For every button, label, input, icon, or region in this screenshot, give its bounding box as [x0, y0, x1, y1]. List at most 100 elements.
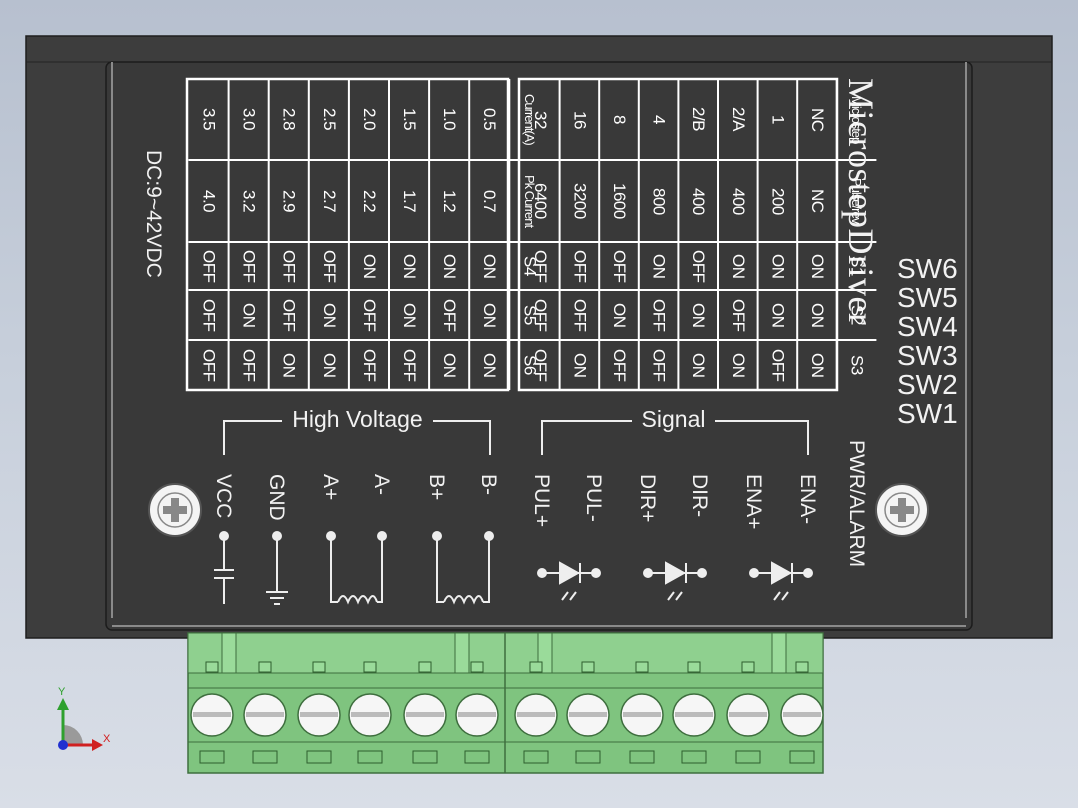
- microstep-table-cell: OFF: [609, 348, 629, 382]
- microstep-table-cell: ON: [768, 302, 788, 328]
- current-table-cell: ON: [480, 302, 500, 328]
- terminal-label-vcc: VCC: [212, 474, 235, 519]
- switch-label-sw5: SW5: [897, 282, 958, 313]
- current-table-cell: OFF: [239, 249, 259, 283]
- microstep-table-cell: NC: [807, 107, 827, 132]
- current-table-cell: 1.5: [400, 108, 420, 131]
- microstep-table-cell: OFF: [570, 298, 590, 332]
- microstep-table-cell: ON: [689, 302, 709, 328]
- current-table-cell: 1.2: [440, 189, 460, 213]
- current-table-cell: ON: [319, 302, 339, 328]
- current-table-cell: OFF: [199, 249, 219, 283]
- microstep-table-cell: ON: [689, 352, 709, 378]
- terminal-label-b-negpos: B+: [425, 474, 448, 501]
- microstep-table-header-cell: S1: [847, 256, 867, 276]
- switch-label-sw4: SW4: [897, 311, 958, 342]
- current-table-cell: 3.2: [239, 189, 259, 213]
- microstep-table-header-cell: Microstep: [849, 95, 865, 144]
- microstep-table-cell: 32: [530, 110, 550, 129]
- current-table-cell: OFF: [199, 298, 219, 332]
- microstep-table-cell: ON: [807, 302, 827, 328]
- switch-labels: SW6 SW5 SW4 SW3 SW2 SW1: [897, 254, 967, 428]
- axis-triad-icon: [57, 698, 103, 751]
- switch-label-sw1: SW1: [897, 398, 958, 429]
- current-table-cell: 2.8: [279, 108, 299, 131]
- current-table-cell: ON: [279, 352, 299, 378]
- microstep-table-header-cell: S3: [847, 355, 867, 375]
- microstep-table-cell: 16: [570, 110, 590, 129]
- current-table-cell: 1.7: [400, 189, 420, 213]
- current-table-cell: 2.9: [279, 189, 299, 213]
- terminal-block: [187, 632, 824, 774]
- current-table-cell: ON: [440, 352, 460, 378]
- current-table-cell: ON: [400, 253, 420, 279]
- current-table-cell: OFF: [279, 298, 299, 332]
- microstep-table-cell: 200: [768, 187, 788, 215]
- microstep-table-cell: 1600: [609, 183, 629, 219]
- current-table-cell: OFF: [440, 298, 460, 332]
- current-table-cell: ON: [359, 253, 379, 279]
- current-table-cell: OFF: [199, 348, 219, 382]
- microstep-table-cell: OFF: [728, 298, 748, 332]
- current-table-cell: OFF: [359, 298, 379, 332]
- terminal-label-ena-neg: ENA-: [796, 474, 819, 525]
- current-table-cell: 3.0: [239, 108, 259, 131]
- current-table-cell: 2.2: [359, 189, 379, 213]
- current-table-cell: 2.0: [359, 108, 379, 131]
- axis-y-label: Y: [58, 686, 66, 698]
- terminal-label-pul-negpos: PUL+: [530, 474, 553, 528]
- current-table-cell: 2.5: [319, 108, 339, 131]
- microstep-table-cell: 2/B: [689, 107, 709, 132]
- current-table-cell: ON: [480, 253, 500, 279]
- microstep-table-cell: OFF: [609, 249, 629, 283]
- microstep-table-cell: OFF: [649, 348, 669, 382]
- microstep-table-cell: OFF: [530, 249, 550, 283]
- microstep-table-cell: 2/A: [728, 107, 748, 132]
- current-table-cell: 4.0: [199, 189, 219, 213]
- terminal-label-b-neg: B-: [477, 474, 500, 495]
- current-table-cell: 2.7: [319, 189, 339, 213]
- terminal-label-gnd: GND: [265, 474, 288, 521]
- current-table-cell: ON: [440, 253, 460, 279]
- current-table-cell: ON: [239, 302, 259, 328]
- current-table-cell: OFF: [279, 249, 299, 283]
- microstep-table-cell: 6400: [530, 183, 550, 219]
- pwr-alarm-label: PWR/ALARM: [845, 440, 868, 568]
- terminal-label-a-neg: A-: [370, 474, 393, 495]
- microstep-table-cell: ON: [609, 302, 629, 328]
- microstep-table-cell: 4: [649, 115, 669, 124]
- microstep-table-cell: OFF: [768, 348, 788, 382]
- microstep-table-cell: ON: [807, 352, 827, 378]
- power-input-label: DC:9~42VDC: [142, 150, 165, 278]
- mounting-screw-right: [875, 483, 929, 537]
- microstep-table-cell: OFF: [689, 249, 709, 283]
- microstep-table-cell: 8: [609, 115, 629, 124]
- microstep-table-cell: ON: [570, 352, 590, 378]
- high-voltage-group-label: High Voltage: [292, 406, 423, 432]
- microstep-table-cell: OFF: [649, 298, 669, 332]
- current-table-cell: ON: [319, 352, 339, 378]
- microstep-table-cell: NC: [807, 189, 827, 213]
- signal-group-label: Signal: [641, 406, 706, 432]
- microstep-table-cell: ON: [768, 253, 788, 279]
- microstep-table-cell: OFF: [530, 348, 550, 382]
- microstep-table-cell: 400: [728, 187, 748, 215]
- current-table-cell: 1.0: [440, 108, 460, 131]
- current-table-cell: 0.7: [480, 189, 500, 213]
- current-table-cell: 0.5: [480, 108, 500, 131]
- terminal-label-pul-neg: PUL-: [582, 474, 605, 522]
- current-table-cell: OFF: [359, 348, 379, 382]
- current-table-cell: 3.5: [199, 108, 219, 131]
- microstep-table-cell: 3200: [570, 183, 590, 219]
- terminal-label-dir-neg: DIR-: [688, 474, 711, 518]
- microstep-table-header-cell: Pulse/rev: [849, 178, 865, 224]
- mounting-screw-left: [148, 483, 202, 537]
- microstep-table-cell: 800: [649, 187, 669, 215]
- microstep-table-cell: 1: [768, 115, 788, 124]
- switch-label-sw3: SW3: [897, 340, 958, 371]
- switch-label-sw6: SW6: [897, 253, 958, 284]
- microstep-table-cell: ON: [728, 352, 748, 378]
- microstep-table-cell: ON: [649, 253, 669, 279]
- microstep-table-header-cell: S2: [847, 305, 867, 325]
- switch-label-sw2: SW2: [897, 369, 958, 400]
